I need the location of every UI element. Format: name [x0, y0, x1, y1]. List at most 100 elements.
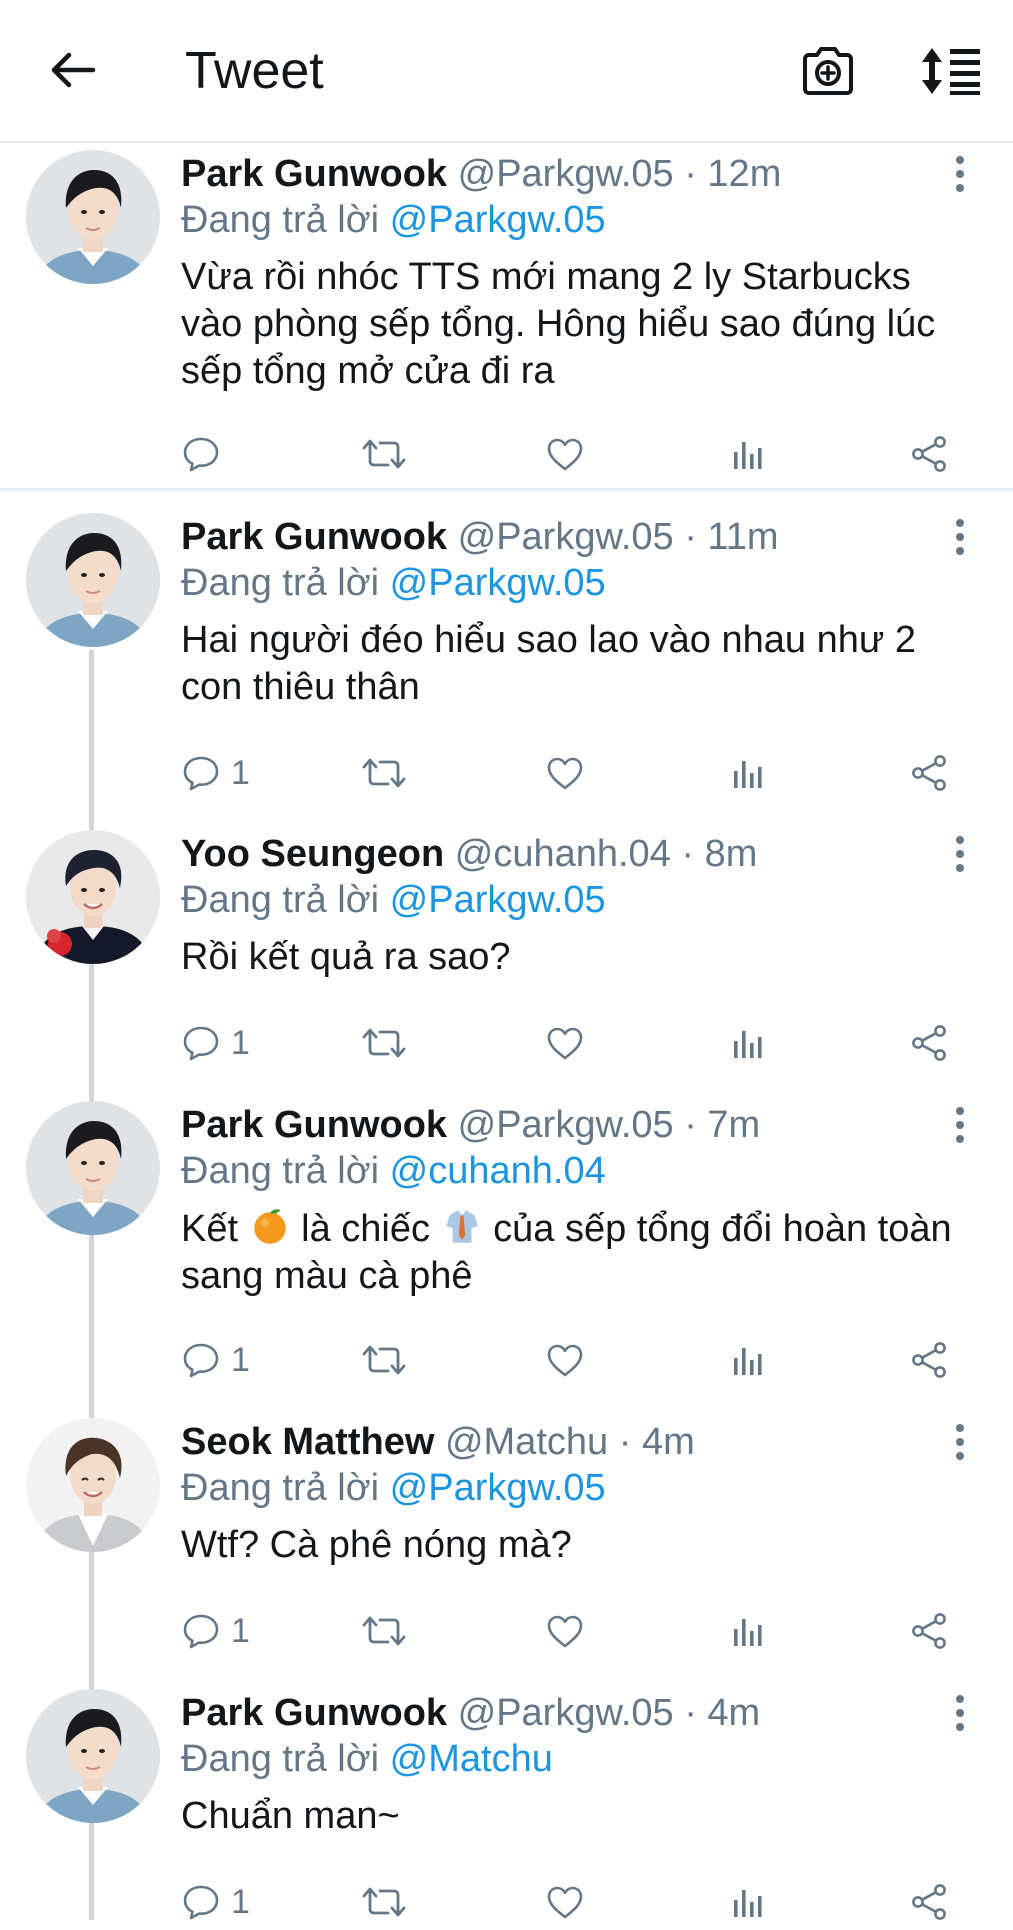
analytics-button[interactable]: [728, 1332, 768, 1388]
reply-count: 1: [231, 1611, 250, 1650]
reply-count: 1: [231, 1340, 250, 1379]
analytics-button[interactable]: [728, 426, 768, 482]
retweet-icon: [360, 1340, 408, 1380]
retweet-button[interactable]: [360, 745, 408, 801]
like-button[interactable]: [545, 745, 585, 801]
tweet-timestamp: 8m: [704, 833, 758, 875]
tweet-timestamp: 4m: [641, 1421, 695, 1463]
author-handle: @Parkgw.05: [457, 1692, 674, 1734]
tweet-item[interactable]: Park Gunwook @Parkgw.05 · 11m Đang trả l…: [0, 513, 1013, 803]
separator-dot: ·: [618, 1421, 632, 1463]
tweet-text: Rồi kết quả ra sao?: [181, 936, 511, 978]
analytics-button[interactable]: [728, 1015, 768, 1071]
reply-button[interactable]: 1: [181, 1015, 250, 1071]
back-button[interactable]: [38, 35, 108, 105]
reply-prefix: Đang trả lời: [181, 1467, 380, 1509]
reply-button[interactable]: [181, 426, 221, 482]
tweet-text: Chuẩn man~: [181, 1795, 400, 1837]
reply-mention-link[interactable]: @cuhanh.04: [390, 1150, 606, 1192]
top-app-bar: Tweet: [0, 0, 1013, 143]
like-icon: [545, 434, 585, 474]
retweet-icon: [360, 1023, 408, 1063]
tweet-meta: Seok Matthew @Matchu · 4m: [181, 1418, 695, 1466]
tweet-item[interactable]: Park Gunwook @Parkgw.05 · 7m Đang trả lờ…: [0, 1101, 1013, 1391]
reply-context: Đang trả lời @Parkgw.05: [181, 196, 606, 244]
tweet-meta: Park Gunwook @Parkgw.05 · 4m: [181, 1689, 760, 1737]
analytics-button[interactable]: [728, 745, 768, 801]
share-icon: [909, 753, 949, 793]
reply-button[interactable]: 1: [181, 1332, 250, 1388]
tweet-item[interactable]: Yoo Seungeon @cuhanh.04 · 8m Đang trả lờ…: [0, 830, 1013, 1080]
more-options-button[interactable]: [940, 1420, 980, 1464]
share-icon: [909, 1023, 949, 1063]
tweet-actions: 1: [0, 1332, 1013, 1388]
reply-button[interactable]: 1: [181, 745, 250, 801]
retweet-button[interactable]: [360, 1015, 408, 1071]
share-button[interactable]: [909, 1874, 949, 1930]
avatar-park-gunwook: [26, 150, 160, 284]
like-button[interactable]: [545, 1603, 585, 1659]
share-button[interactable]: [909, 745, 949, 801]
share-button[interactable]: [909, 1603, 949, 1659]
avatar[interactable]: [26, 150, 160, 284]
author-name: Park Gunwook: [181, 1104, 448, 1146]
tweet-item[interactable]: Park Gunwook @Parkgw.05 · 12m Đang trả l…: [0, 150, 1013, 490]
avatar[interactable]: [26, 1101, 160, 1235]
reply-mention-link[interactable]: @Parkgw.05: [390, 562, 606, 604]
like-button[interactable]: [545, 1874, 585, 1930]
reply-mention-link[interactable]: @Parkgw.05: [390, 1467, 606, 1509]
avatar[interactable]: [26, 1418, 160, 1552]
more-options-button[interactable]: [940, 515, 980, 559]
like-button[interactable]: [545, 426, 585, 482]
orange-emoji: [249, 1205, 291, 1247]
retweet-button[interactable]: [360, 1603, 408, 1659]
reply-context: Đang trả lời @Parkgw.05: [181, 1464, 606, 1512]
more-options-button[interactable]: [940, 1103, 980, 1147]
more-options-button[interactable]: [940, 1691, 980, 1735]
reply-mention-link[interactable]: @Parkgw.05: [390, 879, 606, 921]
reply-button[interactable]: 1: [181, 1874, 250, 1930]
separator-dot: ·: [684, 1104, 697, 1146]
tweet-actions: 1: [0, 1603, 1013, 1659]
like-button[interactable]: [545, 1332, 585, 1388]
retweet-button[interactable]: [360, 426, 408, 482]
reply-mention-link[interactable]: @Parkgw.05: [390, 199, 606, 241]
tweet-actions: 1: [0, 1015, 1013, 1071]
share-button[interactable]: [909, 1332, 949, 1388]
sort-button[interactable]: [915, 35, 987, 107]
more-options-button[interactable]: [940, 832, 980, 876]
tweet-item[interactable]: Seok Matthew @Matchu · 4m Đang trả lời @…: [0, 1418, 1013, 1668]
reply-prefix: Đang trả lời: [181, 562, 380, 604]
tweet-item[interactable]: Park Gunwook @Parkgw.05 · 4m Đang trả lờ…: [0, 1689, 1013, 1921]
author-handle: @Parkgw.05: [457, 1104, 674, 1146]
reply-button[interactable]: 1: [181, 1603, 250, 1659]
sort-icon: [922, 48, 980, 95]
like-icon: [545, 1340, 585, 1380]
reply-icon: [181, 753, 221, 793]
avatar-park-gunwook: [26, 513, 160, 647]
camera-add-icon: [803, 47, 853, 95]
reply-prefix: Đang trả lời: [181, 199, 380, 241]
tweet-text: Vừa rồi nhóc TTS mới mang 2 ly Starbucks…: [181, 256, 936, 392]
author-handle: @cuhanh.04: [454, 833, 671, 875]
reply-context: Đang trả lời @cuhanh.04: [181, 1147, 606, 1195]
tweet-actions: 1: [0, 745, 1013, 801]
camera-button[interactable]: [792, 35, 864, 107]
analytics-button[interactable]: [728, 1874, 768, 1930]
retweet-button[interactable]: [360, 1874, 408, 1930]
author-name: Park Gunwook: [181, 153, 448, 195]
like-button[interactable]: [545, 1015, 585, 1071]
avatar[interactable]: [26, 830, 160, 964]
more-options-button[interactable]: [940, 152, 980, 196]
tweet-meta: Park Gunwook @Parkgw.05 · 12m: [181, 150, 781, 198]
avatar-seok-matthew: [26, 1418, 160, 1552]
reply-mention-link[interactable]: @Matchu: [390, 1738, 553, 1780]
share-button[interactable]: [909, 426, 949, 482]
analytics-button[interactable]: [728, 1603, 768, 1659]
retweet-button[interactable]: [360, 1332, 408, 1388]
author-handle: @Matchu: [444, 1421, 609, 1463]
separator-dot: ·: [684, 1692, 697, 1734]
avatar[interactable]: [26, 1689, 160, 1823]
avatar[interactable]: [26, 513, 160, 647]
share-button[interactable]: [909, 1015, 949, 1071]
